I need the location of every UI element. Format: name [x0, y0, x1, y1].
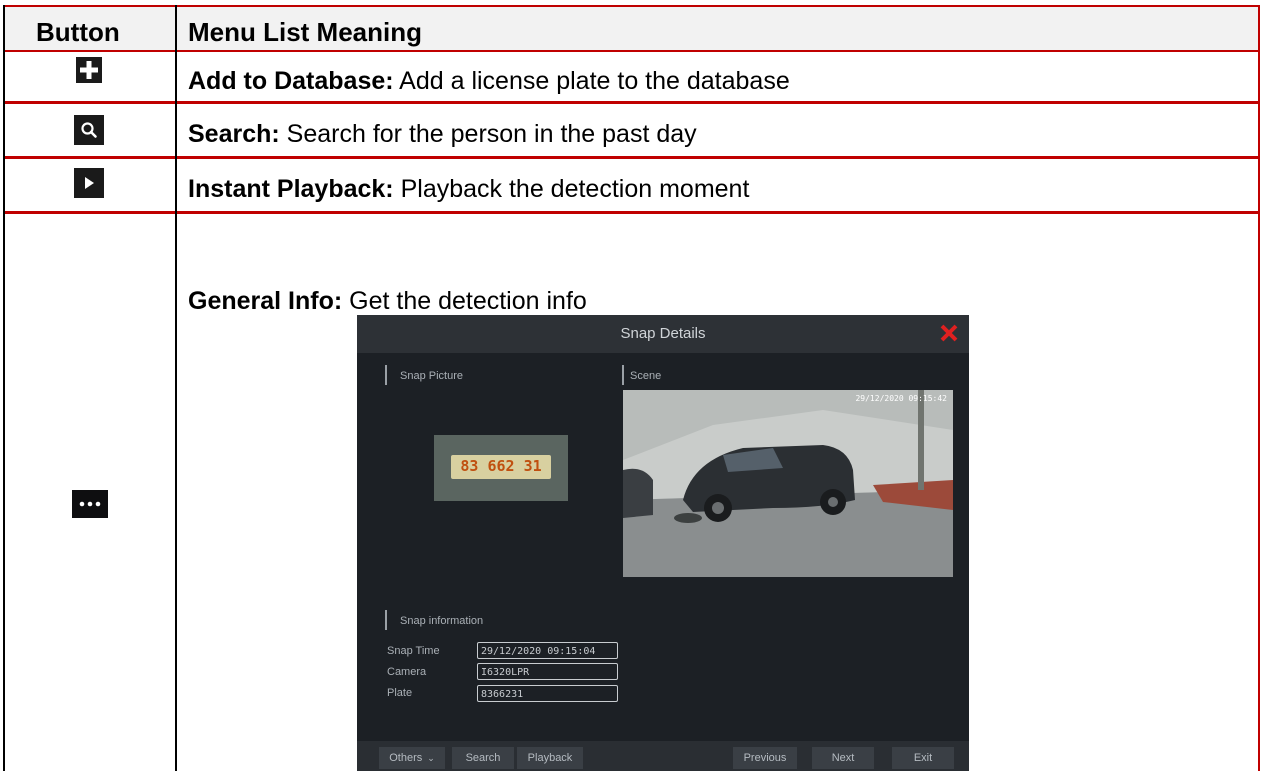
snap-time-field: 29/12/2020 09:15:04	[477, 642, 618, 659]
search-button[interactable]: Search	[452, 747, 514, 769]
table-border-right	[1258, 5, 1260, 771]
snap-info-label: Snap information	[400, 615, 484, 627]
table-border-header	[3, 50, 1260, 52]
table-border-column	[175, 5, 177, 771]
camera-label: Camera	[387, 666, 427, 678]
row-desc: Add a license plate to the database	[399, 67, 790, 95]
plate-label: Plate	[387, 687, 413, 699]
exit-button[interactable]: Exit	[892, 747, 954, 769]
next-button[interactable]: Next	[812, 747, 874, 769]
camera-field: I6320LPR	[477, 663, 618, 680]
scene-label: Scene	[630, 370, 662, 382]
playback-button[interactable]: Playback	[517, 747, 583, 769]
others-button[interactable]: Others ⌄	[379, 747, 445, 769]
table-border-top	[3, 5, 1260, 7]
snap-details-dialog: Snap Details Snap Picture 83 662 31 Scen…	[357, 315, 969, 771]
snap-picture-label: Snap Picture	[400, 370, 463, 382]
chevron-down-icon: ⌄	[427, 752, 435, 763]
row-general-info: General Info: Get the detection info	[188, 287, 587, 316]
row-term: Search:	[188, 120, 280, 148]
search-icon	[74, 115, 104, 145]
plus-icon	[76, 57, 102, 83]
row-desc: Search for the person in the past day	[286, 120, 697, 148]
row-add-to-database: Add to Database: Add a license plate to …	[188, 67, 790, 96]
row-instant-playback: Instant Playback: Playback the detection…	[188, 175, 749, 204]
play-icon	[74, 168, 104, 198]
row-search: Search: Search for the person in the pas…	[188, 120, 697, 149]
header-menu-list-meaning: Menu List Meaning	[188, 17, 422, 47]
dialog-title: Snap Details	[620, 325, 706, 342]
row-desc: Playback the detection moment	[400, 175, 750, 203]
table-border-row3	[3, 211, 1260, 214]
plate-field: 8366231	[477, 685, 618, 702]
section-marker	[385, 610, 387, 630]
row-term: General Info:	[188, 287, 343, 315]
plate-image: 83 662 31	[434, 435, 568, 501]
scene-image: 29/12/2020 09:15:42	[623, 390, 953, 577]
plate-text: 83 662 31	[460, 457, 542, 475]
previous-button[interactable]: Previous	[733, 747, 797, 769]
snap-time-label: Snap Time	[387, 645, 440, 657]
table-border-left	[3, 5, 5, 771]
dialog-footer: Others ⌄ Search Playback Previous Next E…	[357, 741, 969, 771]
close-icon[interactable]	[937, 321, 961, 345]
table-border-row2	[3, 156, 1260, 159]
section-marker	[385, 365, 387, 385]
row-term: Add to Database:	[188, 67, 394, 95]
row-term: Instant Playback:	[188, 175, 394, 203]
others-label: Others	[389, 752, 423, 764]
more-dots-icon	[72, 490, 108, 518]
table-border-row1	[3, 101, 1260, 104]
section-marker	[622, 365, 624, 385]
header-button: Button	[36, 17, 120, 47]
scene-timestamp: 29/12/2020 09:15:42	[855, 394, 947, 403]
row-desc: Get the detection info	[349, 287, 587, 315]
